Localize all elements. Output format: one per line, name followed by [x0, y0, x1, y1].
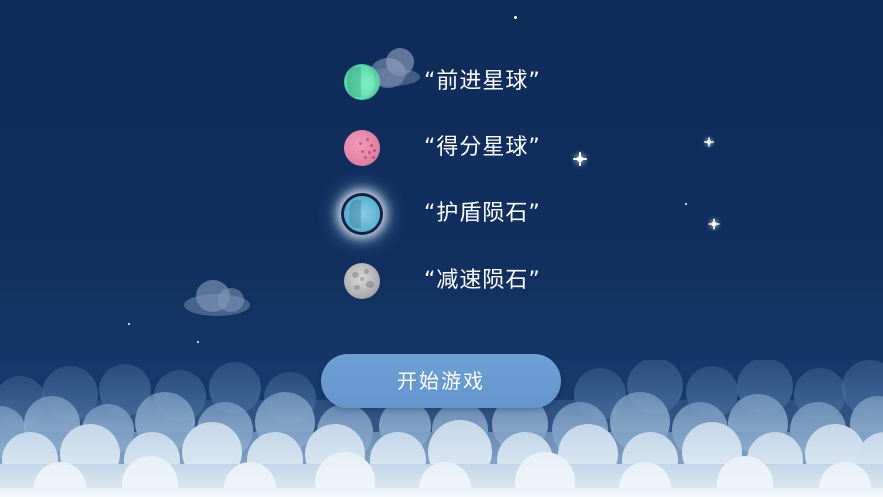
pink-planet-icon [344, 130, 380, 166]
legend-label: “得分星球” [424, 135, 541, 160]
shield-meteor-icon [344, 196, 380, 232]
legend-row-score-planet: “得分星球” [340, 128, 600, 168]
grey-meteor-icon [344, 263, 380, 299]
legend-label: “护盾陨石” [424, 201, 541, 226]
legend-label: “前进星球” [424, 69, 541, 94]
game-start-screen: “前进星球” “得分星球” “护盾陨石” “减速陨石” 开始游戏 [0, 0, 883, 497]
star [685, 203, 687, 205]
star [197, 341, 199, 343]
green-planet-icon [344, 64, 380, 100]
start-game-button[interactable]: 开始游戏 [321, 354, 561, 408]
legend-label: “减速陨石” [424, 268, 541, 293]
small-cloud [184, 276, 250, 320]
legend-row-slow-meteor: “减速陨石” [340, 261, 600, 301]
sparkle-star [704, 137, 714, 147]
star [514, 16, 517, 19]
star [128, 323, 130, 325]
legend-row-shield-meteor: “护盾陨石” [340, 194, 600, 234]
sparkle-star [708, 218, 720, 230]
legend-row-advance-planet: “前进星球” [340, 62, 600, 102]
